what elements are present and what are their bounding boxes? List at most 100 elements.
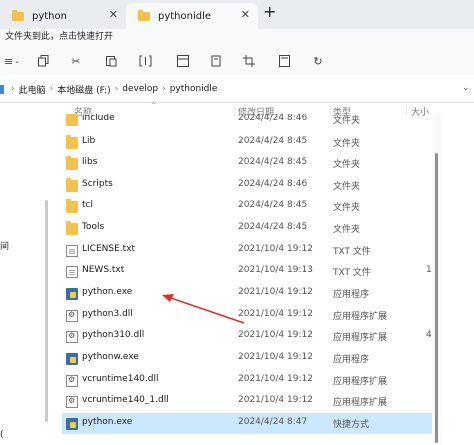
- file-name: python.exe: [82, 287, 133, 297]
- refresh-button[interactable]: ↻: [311, 54, 325, 68]
- file-row[interactable]: python.exe 2024/4/24 8:47 快捷方式: [62, 413, 432, 434]
- dll-file-icon: [66, 310, 78, 322]
- file-row[interactable]: python.exe 2021/10/4 19:12 应用程序: [62, 283, 432, 304]
- folder-icon: [66, 199, 78, 213]
- delete-button[interactable]: [209, 54, 223, 68]
- chevron-down-icon[interactable]: ⌄: [462, 83, 470, 93]
- menu-button[interactable]: ≡ ⌄: [4, 54, 20, 68]
- file-type: TXT 文件: [333, 247, 371, 257]
- file-list: include 2024/4/24 8:46 文件夹 Lib 2024/4/24 8:4…: [62, 114, 432, 445]
- text-file-icon: [66, 266, 78, 278]
- file-type: 文件夹: [333, 160, 361, 170]
- file-type: 快捷方式: [333, 420, 370, 430]
- file-date: 2024/4/24 8:45: [238, 136, 308, 146]
- file-size: 1,: [426, 265, 432, 275]
- file-row[interactable]: Tools 2024/4/24 8:45 文件夹: [62, 218, 432, 239]
- crop-icon: [243, 55, 255, 67]
- file-date: 2024/4/24 8:45: [238, 222, 308, 232]
- file-name: include: [82, 114, 115, 123]
- folder-icon: [66, 178, 78, 192]
- file-name: libs: [82, 157, 98, 167]
- file-row[interactable]: tcl 2024/4/24 8:45 文件夹: [62, 196, 432, 217]
- rename-button[interactable]: [138, 54, 152, 68]
- folder-icon: [138, 9, 150, 21]
- copy-icon: [37, 55, 48, 67]
- file-row[interactable]: Lib 2024/4/24 8:45 文件夹: [62, 132, 432, 153]
- breadcrumb-item[interactable]: pythonidle: [170, 84, 218, 94]
- tab-pythonidle[interactable]: pythonidle ✕: [126, 3, 258, 29]
- file-type: 文件夹: [333, 182, 361, 192]
- dll-file-icon: [66, 375, 78, 387]
- file-date: 2021/10/4 19:12: [238, 309, 313, 319]
- nav-item-label[interactable]: (: [0, 430, 4, 440]
- close-icon[interactable]: ✕: [241, 8, 250, 21]
- file-row[interactable]: pythonw.exe 2021/10/4 19:12 应用程序: [62, 348, 432, 369]
- file-type: 应用程序: [333, 355, 370, 365]
- tab-label: python: [32, 10, 67, 22]
- file-row[interactable]: LICENSE.txt 2021/10/4 19:12 TXT 文件: [62, 240, 432, 261]
- share-button[interactable]: [176, 54, 190, 68]
- properties-icon: [278, 55, 290, 67]
- file-type: 应用程序扩展: [333, 398, 388, 408]
- menu-icon: ≡: [3, 54, 14, 68]
- file-row[interactable]: libs 2024/4/24 8:45 文件夹: [62, 153, 432, 174]
- file-row[interactable]: include 2024/4/24 8:46 文件夹: [62, 114, 432, 130]
- file-name: vcruntime140_1.dll: [82, 395, 169, 405]
- text-file-icon: [66, 245, 78, 257]
- close-icon[interactable]: ✕: [109, 8, 118, 21]
- file-date: 2021/10/4 19:12: [238, 287, 313, 297]
- cut-button[interactable]: ✂: [69, 54, 83, 68]
- file-row[interactable]: vcruntime140_1.dll 2021/10/4 19:12 应用程序扩展: [62, 391, 432, 412]
- file-row[interactable]: python310.dll 2021/10/4 19:12 应用程序扩展 4,: [62, 326, 432, 347]
- file-date: 2024/4/24 8:47: [238, 417, 308, 427]
- file-date: 2024/4/24 8:45: [238, 200, 308, 210]
- file-row[interactable]: python3.dll 2021/10/4 19:12 应用程序扩展: [62, 305, 432, 326]
- folder-icon: [66, 135, 78, 149]
- tab-python[interactable]: python ✕: [0, 3, 126, 29]
- copy-button[interactable]: [36, 54, 50, 68]
- file-type: 应用程序扩展: [333, 312, 388, 322]
- file-date: 2024/4/24 8:45: [238, 157, 308, 167]
- chevron-right-icon: ›: [114, 84, 119, 94]
- chevron-right-icon: ›: [49, 84, 54, 94]
- folder-icon: [66, 114, 78, 126]
- file-date: 2021/10/4 19:13: [238, 265, 313, 275]
- ribbon-hint-text: 文件夹到此，点击快速打开: [5, 32, 114, 42]
- file-name: NEWS.txt: [82, 265, 125, 275]
- file-size: 4,: [426, 330, 432, 340]
- file-date: 2021/10/4 19:12: [238, 352, 313, 362]
- file-row[interactable]: NEWS.txt 2021/10/4 19:13 TXT 文件 1,: [62, 261, 432, 282]
- file-date: 2021/10/4 19:12: [238, 244, 313, 254]
- file-type: 应用程序: [333, 290, 370, 300]
- file-type: 应用程序扩展: [333, 377, 388, 387]
- breadcrumb-item[interactable]: 本地磁盘 (F:): [57, 83, 110, 96]
- file-row[interactable]: Scripts 2024/4/24 8:46 文件夹: [62, 175, 432, 196]
- properties-button[interactable]: [277, 54, 291, 68]
- file-date: 2021/10/4 19:12: [238, 330, 313, 340]
- folder-icon: [66, 156, 78, 170]
- crop-button[interactable]: [242, 54, 256, 68]
- python-icon: [66, 353, 78, 365]
- file-type: 应用程序扩展: [333, 333, 388, 343]
- file-type: TXT 文件: [333, 268, 371, 278]
- new-tab-button[interactable]: +: [263, 2, 276, 21]
- nav-item-label[interactable]: 间: [0, 239, 9, 252]
- paste-icon: [105, 56, 116, 67]
- paste-button[interactable]: [104, 54, 118, 68]
- refresh-icon: ↻: [313, 54, 323, 68]
- file-date: 2021/10/4 19:12: [238, 374, 313, 384]
- file-name: LICENSE.txt: [82, 244, 136, 254]
- navigation-pane: 间: [0, 103, 48, 445]
- breadcrumb-item[interactable]: develop: [122, 84, 158, 94]
- scrollbar-thumb[interactable]: [435, 153, 438, 443]
- breadcrumb-item[interactable]: 此电脑: [19, 83, 46, 96]
- dll-file-icon: [66, 396, 78, 408]
- file-name: tcl: [82, 200, 93, 210]
- file-name: Tools: [82, 222, 105, 232]
- file-row[interactable]: vcruntime140.dll 2021/10/4 19:12 应用程序扩展: [62, 370, 432, 391]
- file-type: 文件夹: [333, 203, 361, 213]
- file-name: python.exe: [82, 417, 133, 427]
- folder-icon: [66, 221, 78, 235]
- address-bar[interactable]: › 此电脑 › 本地磁盘 (F:) › develop › pythonidle…: [0, 75, 474, 103]
- nav-scrollbar[interactable]: [45, 200, 48, 422]
